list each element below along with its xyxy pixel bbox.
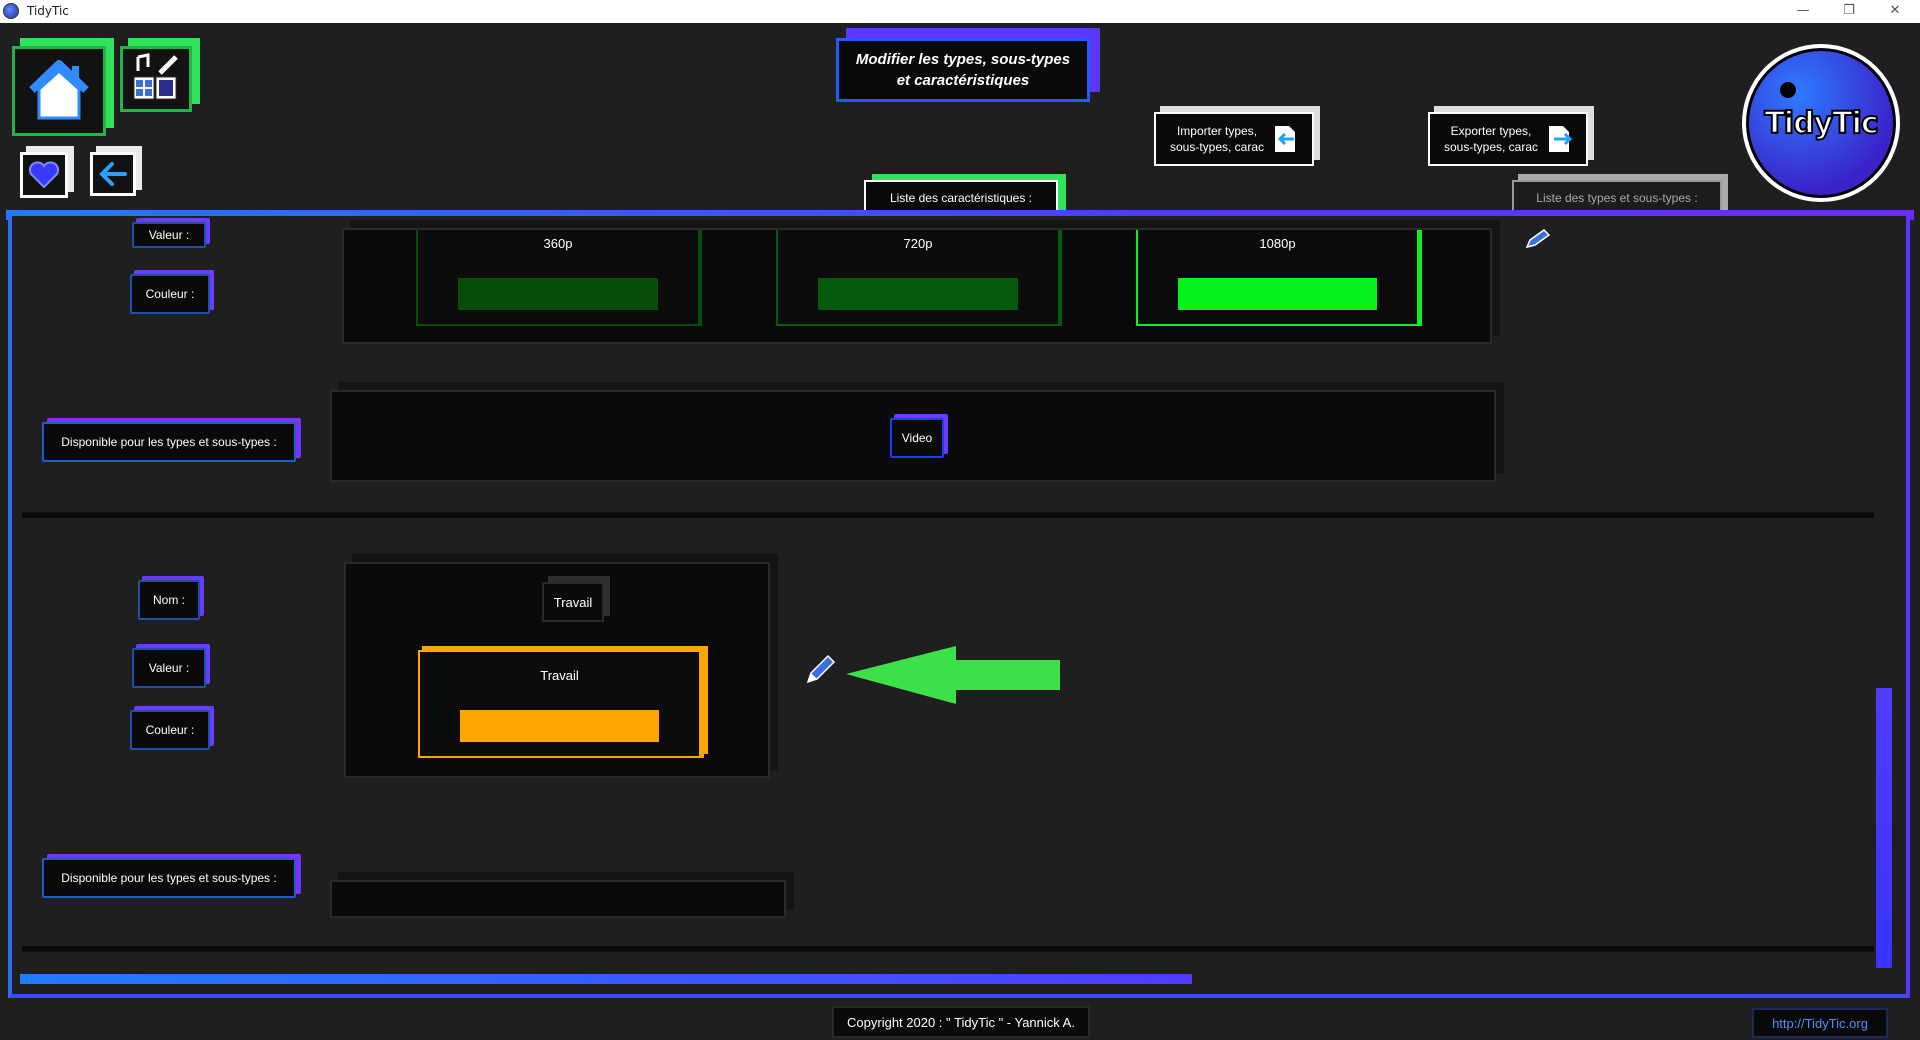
home-button[interactable] <box>12 46 106 136</box>
value-tile-360p[interactable]: 360p <box>416 230 702 326</box>
value-color-swatch[interactable] <box>818 278 1018 310</box>
media-edit-icon <box>133 53 178 100</box>
value-tile-720p[interactable]: 720p <box>776 230 1062 326</box>
page-title: Modifier les types, sous-types et caract… <box>836 38 1090 102</box>
value-color-swatch[interactable] <box>1178 278 1377 310</box>
export-file-icon <box>1549 126 1573 152</box>
edit-pencil-icon[interactable] <box>1524 228 1552 250</box>
vertical-scrollbar[interactable] <box>1876 688 1892 968</box>
back-button[interactable] <box>90 152 136 196</box>
close-button[interactable]: ✕ <box>1872 0 1918 23</box>
import-file-icon <box>1275 126 1296 152</box>
value-color-swatch[interactable] <box>458 278 658 310</box>
window-title: TidyTic <box>27 4 69 18</box>
value-label: 1080p <box>1259 236 1296 251</box>
annotation-arrow-icon <box>846 646 1060 704</box>
available-types-label: Disponible pour les types et sous-types … <box>42 858 296 898</box>
section-separator <box>22 946 1874 952</box>
value-tile-travail[interactable]: Travail <box>418 650 704 758</box>
home-icon <box>29 60 89 120</box>
edit-pencil-icon[interactable] <box>804 652 838 686</box>
tidytic-logo: TidyTic <box>1742 44 1900 202</box>
couleur-label: Couleur : <box>130 274 210 314</box>
horizontal-scrollbar[interactable] <box>20 974 1192 984</box>
value-editor-container: Travail Travail <box>344 562 770 778</box>
section-separator <box>22 512 1874 518</box>
value-label: Travail <box>540 668 579 683</box>
valeur-label: Valeur : <box>132 648 206 688</box>
available-types-label: Disponible pour les types et sous-types … <box>42 422 296 462</box>
minimize-button[interactable]: — <box>1780 0 1826 23</box>
value-tile-1080p[interactable]: 1080p <box>1136 230 1422 326</box>
valeur-label: Valeur : <box>132 222 206 248</box>
import-button[interactable]: Importer types, sous-types, carac <box>1154 112 1314 166</box>
couleur-label: Couleur : <box>130 710 210 750</box>
window-title-bar: TidyTic — ❐ ✕ <box>0 0 1920 23</box>
value-label: 720p <box>903 236 933 251</box>
available-types-container <box>330 880 786 918</box>
value-color-swatch[interactable] <box>460 710 659 742</box>
available-types-container: Video <box>330 390 1496 482</box>
favorites-button[interactable] <box>20 152 68 198</box>
app-icon <box>3 3 19 19</box>
copyright-text: Copyright 2020 : " TidyTic " - Yannick A… <box>832 1006 1090 1038</box>
restore-button[interactable]: ❐ <box>1826 0 1872 23</box>
export-button[interactable]: Exporter types, sous-types, carac <box>1428 112 1588 166</box>
nom-label: Nom : <box>138 580 200 620</box>
logo-eye <box>1780 82 1796 98</box>
arrow-left-icon <box>99 162 127 186</box>
values-container: 360p 720p 1080p <box>342 228 1492 344</box>
media-edit-button[interactable] <box>120 46 192 112</box>
type-chip-video[interactable]: Video <box>890 418 944 458</box>
logo-text: TidyTic <box>1763 105 1879 142</box>
value-label: 360p <box>543 236 573 251</box>
heart-icon <box>28 161 60 189</box>
name-value-field[interactable]: Travail <box>542 582 604 622</box>
website-link[interactable]: http://TidyTic.org <box>1752 1008 1888 1038</box>
